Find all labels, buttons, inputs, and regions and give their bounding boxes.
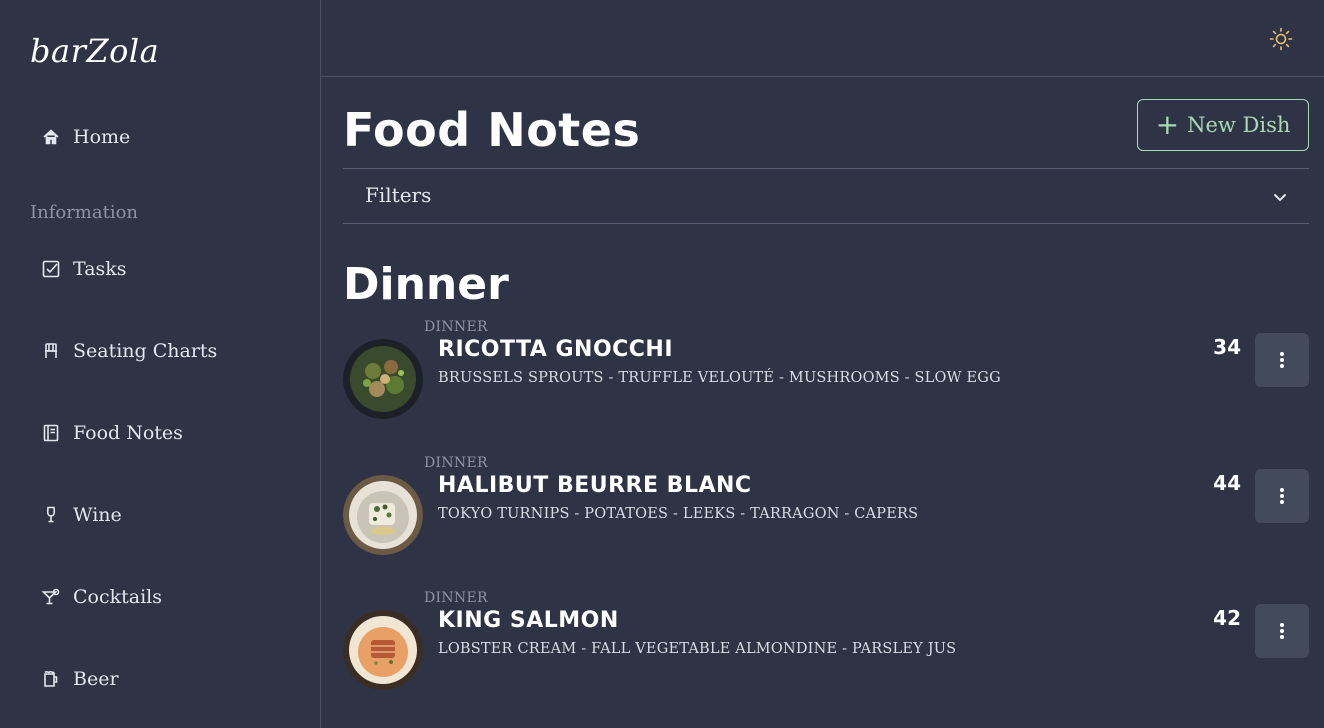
more-options-button[interactable] (1255, 604, 1309, 658)
dish-count: 34 (1213, 335, 1241, 359)
dish-category: DINNER (424, 455, 488, 471)
more-options-button[interactable] (1255, 469, 1309, 523)
kebab-menu-icon (1280, 623, 1284, 639)
sidebar-item-seating-charts[interactable]: Seating Charts (40, 336, 217, 366)
wine-glass-icon (40, 504, 62, 526)
dish-thumbnail[interactable] (343, 610, 423, 690)
sidebar-item-food-notes[interactable]: Food Notes (40, 418, 183, 448)
dish-category: DINNER (424, 319, 488, 335)
filters-accordion[interactable]: Filters (343, 168, 1309, 224)
sidebar-item-label: Tasks (73, 258, 127, 280)
dish-thumbnail[interactable] (343, 475, 423, 555)
chevron-down-icon (1271, 188, 1289, 206)
page-title: Food Notes (343, 103, 641, 157)
sidebar-item-label: Seating Charts (73, 340, 218, 362)
sidebar-item-beer[interactable]: Beer (40, 664, 119, 694)
dish-row: DINNER KING SALMON LOBSTER CREAM - FALL … (343, 590, 1309, 690)
dish-name[interactable]: KING SALMON (438, 608, 619, 633)
checkbox-icon (40, 258, 62, 280)
kebab-menu-icon (1280, 352, 1284, 368)
more-options-button[interactable] (1255, 333, 1309, 387)
sidebar-item-label: Food Notes (73, 422, 183, 444)
kebab-menu-icon (1280, 488, 1284, 504)
home-icon (40, 126, 62, 148)
dish-name[interactable]: RICOTTA GNOCCHI (438, 337, 673, 362)
dish-name[interactable]: HALIBUT BEURRE BLANC (438, 473, 752, 498)
top-bar (321, 0, 1324, 77)
dish-row: DINNER HALIBUT BEURRE BLANC TOKYO TURNIP… (343, 455, 1309, 555)
new-dish-label: New Dish (1187, 113, 1291, 137)
sidebar-item-label: Home (73, 126, 131, 148)
sidebar-item-tasks[interactable]: Tasks (40, 254, 127, 284)
sidebar-item-cocktails[interactable]: Cocktails (40, 582, 162, 612)
beer-mug-icon (40, 668, 62, 690)
sidebar-section-label: Information (30, 202, 139, 223)
dish-description: LOBSTER CREAM - FALL VEGETABLE ALMONDINE… (438, 641, 957, 657)
sidebar-item-label: Wine (73, 504, 122, 526)
section-title: Dinner (343, 259, 509, 310)
sidebar: barZola Home Information Tasks Seating C… (0, 0, 321, 728)
dish-description: BRUSSELS SPROUTS - TRUFFLE VELOUTÉ - MUS… (438, 370, 1001, 386)
dish-row: DINNER RICOTTA GNOCCHI BRUSSELS SPROUTS … (343, 319, 1309, 419)
plus-icon: + (1155, 108, 1180, 141)
sidebar-item-label: Beer (73, 668, 119, 690)
dish-thumbnail[interactable] (343, 339, 423, 419)
dish-count: 44 (1213, 471, 1241, 495)
dish-category: DINNER (424, 590, 488, 606)
dish-count: 42 (1213, 606, 1241, 630)
sidebar-item-wine[interactable]: Wine (40, 500, 122, 530)
chair-icon (40, 340, 62, 362)
cocktail-icon (40, 586, 62, 608)
new-dish-button[interactable]: + New Dish (1137, 99, 1309, 151)
notebook-icon (40, 422, 62, 444)
app-logo[interactable]: barZola (30, 32, 159, 70)
sidebar-item-label: Cocktails (73, 586, 162, 608)
filters-label: Filters (365, 183, 432, 207)
sun-icon[interactable] (1268, 26, 1294, 52)
sidebar-item-home[interactable]: Home (40, 122, 130, 152)
dish-description: TOKYO TURNIPS - POTATOES - LEEKS - TARRA… (438, 506, 919, 522)
